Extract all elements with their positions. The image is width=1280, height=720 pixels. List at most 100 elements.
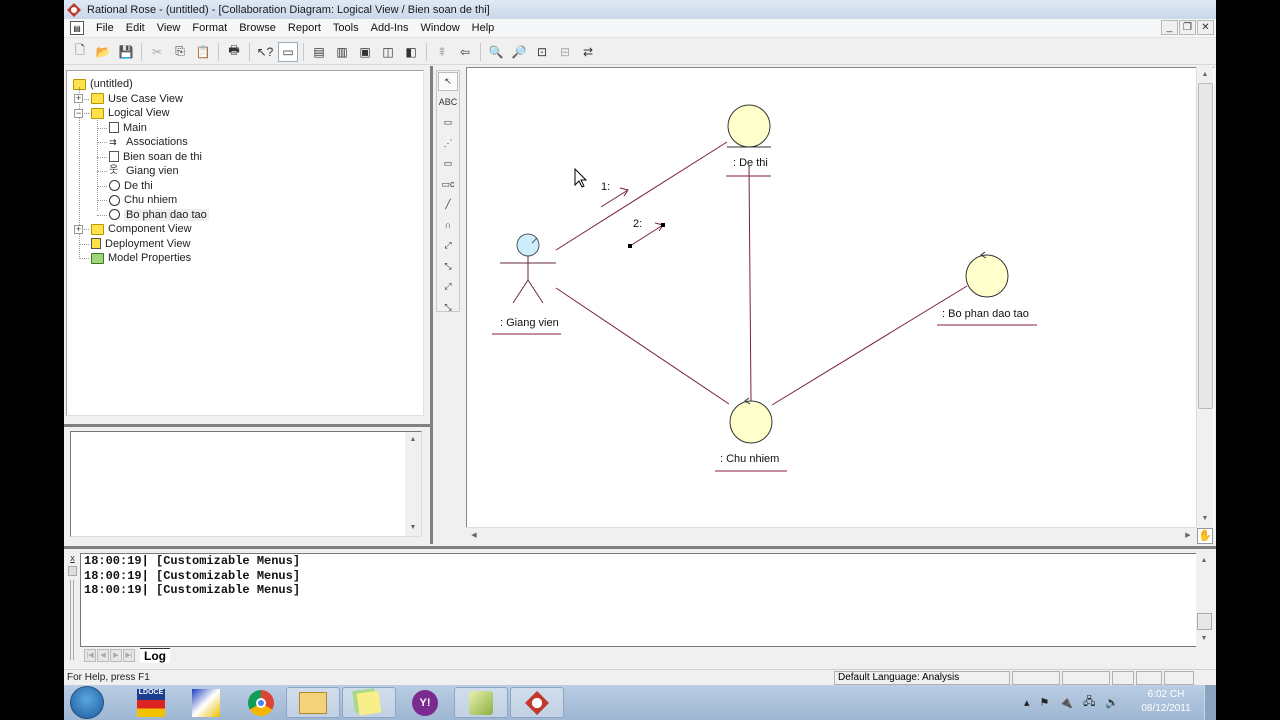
scroll-up-icon[interactable]: ▲ [405, 432, 421, 448]
save-icon[interactable]: 💾 [116, 42, 136, 62]
fit-in-window-icon[interactable]: ⊡ [532, 42, 552, 62]
network-icon[interactable]: 🖧 [1083, 693, 1095, 712]
scroll-down-icon[interactable]: ▼ [405, 520, 421, 536]
open-icon[interactable]: 📂 [93, 42, 113, 62]
copy-icon[interactable]: ⎘ [170, 42, 190, 62]
link-giang-vien-chu-nhiem[interactable] [555, 287, 730, 405]
last-tab-icon[interactable]: ▶| [123, 648, 135, 662]
class-instance-tool-icon[interactable]: ▭c [438, 175, 458, 194]
zoom-in-icon[interactable]: 🔍 [486, 42, 506, 62]
taskbar-ldoce[interactable]: LDOCE [124, 687, 178, 718]
link-de-thi-chu-nhiem[interactable] [748, 165, 752, 403]
print-icon[interactable]: 🖶 [224, 42, 244, 62]
collaboration-diagram-canvas[interactable]: : Giang vien : De thi : Chu nhiem : Bo phan… [466, 67, 1214, 527]
note-tool-icon[interactable]: ▭ [438, 113, 458, 132]
first-tab-icon[interactable]: |◀ [84, 648, 96, 662]
switch-diagram-icon[interactable]: ⇄ [578, 42, 598, 62]
model-browser-tree[interactable]: (untitled) Use Case View + Logical View − Ma… [66, 70, 424, 416]
tree-item-de-thi[interactable]: De thi [109, 179, 153, 193]
log-splitter[interactable] [64, 546, 1216, 549]
browse-state-diagram-icon[interactable]: ◫ [378, 42, 398, 62]
tree-item-bien-soan-de-thi[interactable]: Bien soan de thi [109, 150, 202, 164]
menu-help[interactable]: Help [466, 22, 501, 34]
taskbar-pinned-app[interactable] [179, 687, 233, 718]
menu-tools[interactable]: Tools [327, 22, 365, 34]
taskbar-sticky-notes[interactable] [342, 687, 396, 718]
menu-browse[interactable]: Browse [233, 22, 282, 34]
log-close-icon[interactable]: x [68, 554, 77, 564]
object-tool-icon[interactable]: ▭ [438, 154, 458, 173]
actor-leg-right[interactable] [527, 279, 544, 304]
documentation-scrollbar[interactable]: ▲ ▼ [405, 432, 421, 536]
scroll-left-icon[interactable]: ◀ [466, 528, 482, 544]
tree-item-bo-phan-dao-tao[interactable]: Bo phan dao tao [109, 208, 209, 222]
undo-fit-icon[interactable]: ⊟ [555, 42, 575, 62]
control-circle-chu-nhiem[interactable] [729, 400, 773, 444]
title-bar[interactable]: Rational Rose - (untitled) - [Collaborat… [64, 0, 1216, 19]
scroll-thumb[interactable] [1197, 613, 1212, 630]
anchor-note-tool-icon[interactable]: ⋰ [438, 134, 458, 153]
menu-add-ins[interactable]: Add-Ins [365, 22, 415, 34]
view-docs-icon[interactable]: ▭ [278, 41, 298, 62]
data-token-tool-icon[interactable]: ⤢ [438, 277, 458, 296]
menu-window[interactable]: Window [415, 22, 466, 34]
link-giang-vien-de-thi[interactable] [555, 141, 728, 251]
menu-edit[interactable]: Edit [120, 22, 151, 34]
diagram-vertical-scrollbar[interactable]: ▲ ▼ [1196, 67, 1213, 527]
start-button[interactable] [70, 686, 104, 719]
object-label-chu-nhiem[interactable]: : Chu nhiem [720, 453, 779, 465]
tree-item-logical-view[interactable]: Logical View [91, 106, 170, 120]
taskbar-explorer[interactable] [286, 687, 340, 718]
menu-format[interactable]: Format [186, 22, 233, 34]
context-help-icon[interactable]: ↖? [255, 42, 275, 62]
log-window[interactable]: 18:00:19| [Customizable Menus] 18:00:19|… [80, 553, 1200, 647]
scroll-down-icon[interactable]: ▼ [1197, 511, 1213, 527]
browse-class-diagram-icon[interactable]: ▤ [309, 42, 329, 62]
message-label-1[interactable]: 1: [601, 181, 610, 193]
clock[interactable]: 6:02 CH 08/12/2011 [1136, 688, 1196, 716]
taskbar-yahoo-messenger[interactable]: Y! [398, 687, 452, 718]
browse-previous-icon[interactable]: ⇦ [455, 42, 475, 62]
browse-interaction-diagram-icon[interactable]: ▥ [332, 42, 352, 62]
tree-item-giang-vien[interactable]: 웃 Giang vien [109, 164, 179, 178]
tree-item-deployment-view[interactable]: Deployment View [91, 237, 190, 251]
tree-item-use-case-view[interactable]: Use Case View [91, 92, 183, 106]
link-to-self-tool-icon[interactable]: ∩ [438, 216, 458, 235]
collapse-icon[interactable]: − [74, 108, 83, 118]
control-circle-bo-phan-dao-tao[interactable] [965, 254, 1009, 298]
object-label-bo-phan-dao-tao[interactable]: : Bo phan dao tao [942, 308, 1029, 320]
reverse-link-message-tool-icon[interactable]: ⤡ [438, 257, 458, 276]
next-tab-icon[interactable]: ▶ [110, 648, 122, 662]
link-chu-nhiem-bo-phan-dao-tao[interactable] [771, 285, 968, 406]
main-splitter[interactable] [430, 66, 433, 544]
object-label-giang-vien[interactable]: : Giang vien [500, 317, 559, 329]
scroll-up-icon[interactable]: ▲ [1197, 67, 1213, 83]
browse-component-diagram-icon[interactable]: ▣ [355, 42, 375, 62]
action-center-flag-icon[interactable]: ⚑ [1040, 696, 1050, 709]
scroll-right-icon[interactable]: ▶ [1180, 528, 1196, 544]
browser-splitter[interactable] [64, 424, 430, 427]
selection-handle[interactable] [661, 223, 665, 227]
cut-icon[interactable]: ✂ [147, 42, 167, 62]
entity-circle-de-thi[interactable] [727, 104, 771, 148]
tree-root[interactable]: (untitled) [73, 77, 133, 91]
text-box-tool-icon[interactable]: ABC [438, 93, 458, 112]
object-label-de-thi[interactable]: : De thi [733, 157, 768, 169]
documentation-pane[interactable]: ▲ ▼ [70, 431, 422, 537]
object-link-tool-icon[interactable]: ╱ [438, 195, 458, 214]
selection-tool-icon[interactable]: ↖ [438, 72, 458, 91]
actor-head-giang-vien[interactable] [516, 233, 540, 257]
mdi-restore-button[interactable]: ❐ [1179, 20, 1196, 35]
paste-icon[interactable]: 📋 [193, 42, 213, 62]
taskbar-chrome[interactable] [234, 687, 288, 718]
tree-item-associations[interactable]: ⇉ Associations [109, 135, 188, 149]
message-label-2[interactable]: 2: [633, 218, 642, 230]
log-grip[interactable] [70, 580, 74, 660]
show-desktop-button[interactable] [1204, 685, 1216, 720]
show-hidden-icons[interactable]: ▴ [1024, 696, 1030, 709]
expand-icon[interactable]: + [74, 94, 83, 103]
power-icon[interactable]: 🔌 [1059, 696, 1073, 709]
tree-item-main[interactable]: Main [109, 121, 147, 135]
browse-parent-icon[interactable]: ⇞ [432, 42, 452, 62]
taskbar-rational-rose[interactable] [510, 687, 564, 718]
